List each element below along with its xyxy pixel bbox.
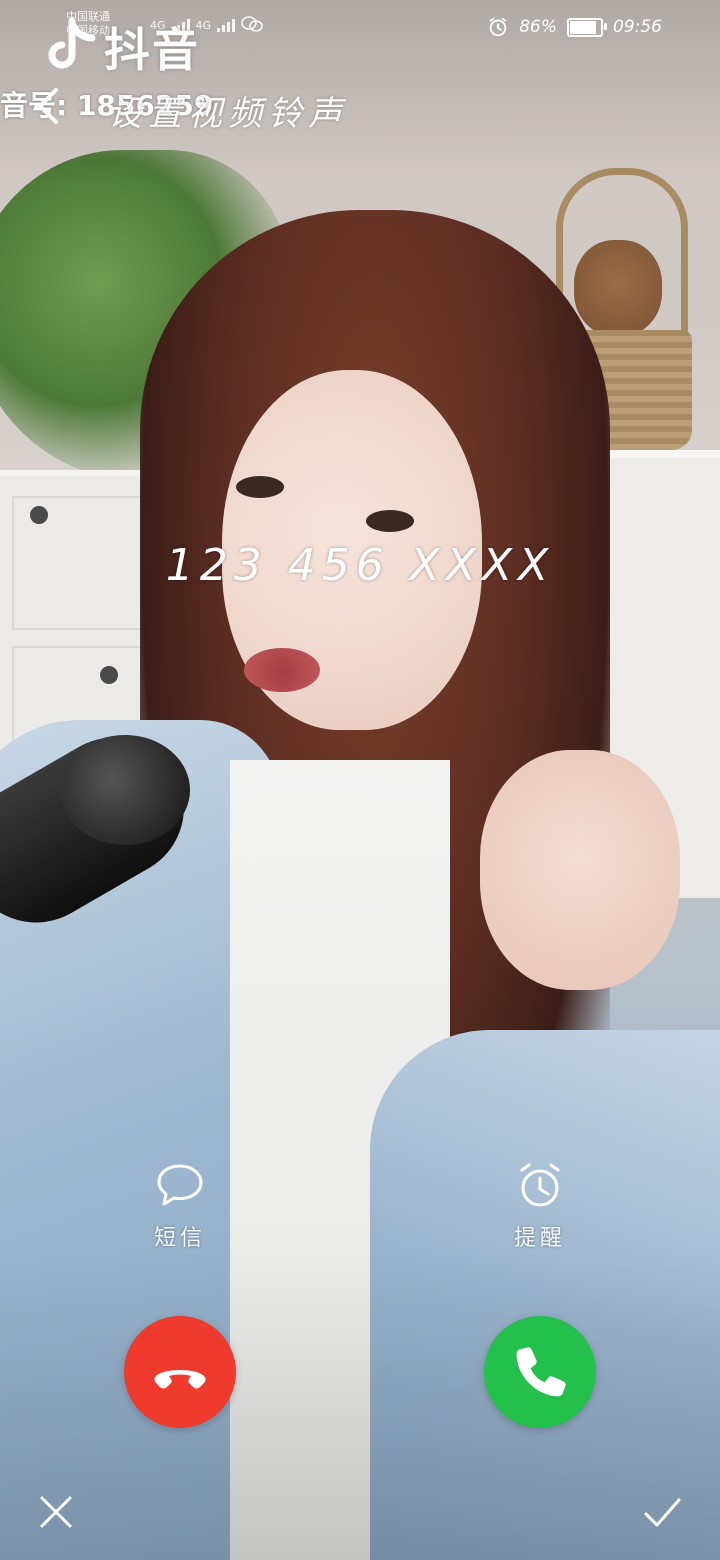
message-label: 短信 [153,1226,206,1251]
app-name: 抖音 [104,23,200,77]
checkmark-icon[interactable] [642,1492,682,1532]
status-right: 86% 09:56 [487,16,662,38]
alarm-icon [489,17,507,37]
message-action[interactable]: 短信 [110,1160,250,1252]
battery-percent: 86% [519,17,557,37]
remind-action[interactable]: 提醒 [470,1160,610,1252]
remind-label: 提醒 [513,1226,566,1251]
vignette [0,0,720,1560]
video-ringtone-preview [0,0,720,1560]
close-icon[interactable] [36,1492,76,1532]
phone-icon [516,1347,566,1397]
wechat-icon [241,16,263,32]
phone-hangup-icon [154,1370,206,1389]
page-title: 设置视频铃声 [108,94,348,134]
accept-call-button[interactable] [484,1316,596,1428]
clock-time: 09:56 [613,17,662,37]
decline-call-button[interactable] [124,1316,236,1428]
douyin-watermark: 抖音 [42,14,200,80]
back-arrow-icon[interactable] [34,86,64,126]
douyin-logo-icon [48,17,96,69]
signal-icon [217,19,236,32]
message-bubble-icon [157,1164,203,1206]
caller-number: 123 456 XXXX [165,540,555,591]
alarm-clock-icon [520,1163,560,1207]
battery-icon [567,17,607,37]
